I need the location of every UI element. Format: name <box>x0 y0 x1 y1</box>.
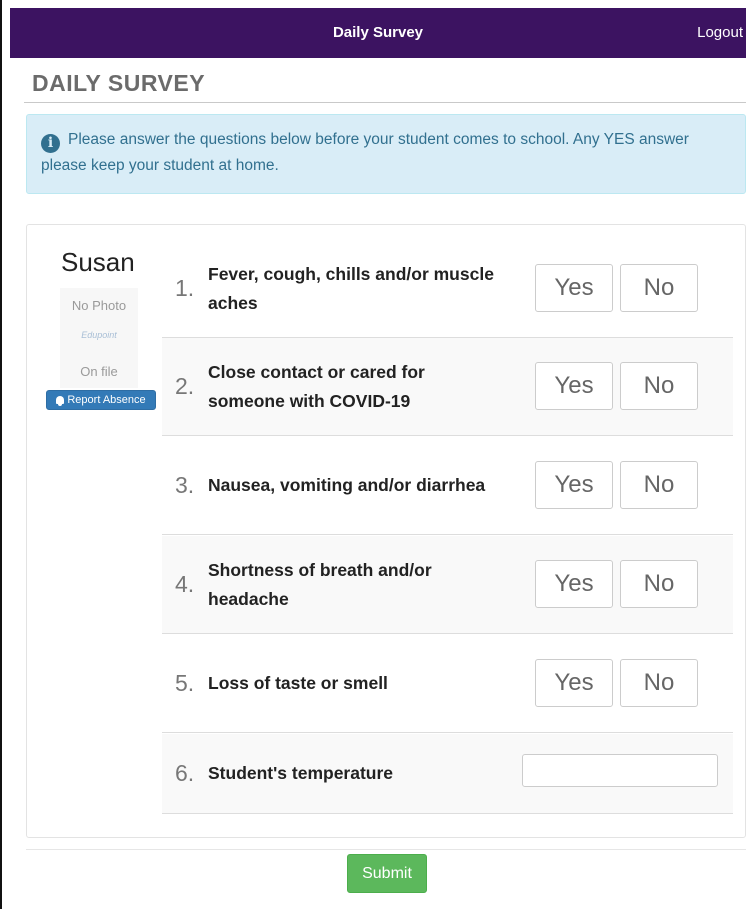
on-file-text: On file <box>80 364 118 379</box>
no-photo-text: No Photo <box>71 298 127 313</box>
top-navbar: Daily Survey Logout <box>10 8 746 58</box>
page-title: DAILY SURVEY <box>32 70 206 96</box>
question-row-1: 1. Fever, cough, chills and/or muscle ac… <box>162 240 733 338</box>
question-text: Student's temperature <box>208 763 394 783</box>
question-number: 6. <box>175 760 195 786</box>
question-text: Fever, cough, chills and/or muscle aches <box>208 263 494 313</box>
submit-button[interactable]: Submit <box>347 854 427 893</box>
yes-button-q4[interactable]: Yes <box>535 560 613 608</box>
info-alert: i Please answer the questions below befor… <box>26 114 746 194</box>
student-photo-placeholder: No Photo Edupoint On file <box>60 288 138 388</box>
yes-button-q3[interactable]: Yes <box>535 461 613 509</box>
no-button-q2[interactable]: No <box>620 362 698 410</box>
footer-divider <box>26 849 746 850</box>
yes-button-q2[interactable]: Yes <box>535 362 613 410</box>
question-text: Nausea, vomiting and/or diarrhea <box>208 475 486 495</box>
report-absence-button[interactable]: Report Absence <box>46 390 156 410</box>
question-number: 4. <box>175 571 195 597</box>
no-button-q3[interactable]: No <box>620 461 698 509</box>
title-divider <box>24 102 746 103</box>
info-icon: i <box>41 134 60 153</box>
question-row-2: 2. Close contact or cared for someone wi… <box>162 338 733 436</box>
question-text: Shortness of breath and/or headache <box>208 559 432 609</box>
alert-message: Please answer the questions below before… <box>41 131 689 174</box>
temperature-input[interactable] <box>522 754 718 787</box>
question-row-3: 3. Nausea, vomiting and/or diarrhea Yes … <box>162 437 733 535</box>
question-row-4: 4. Shortness of breath and/or headache Y… <box>162 536 733 634</box>
question-row-6: 6. Student's temperature <box>162 734 733 814</box>
edupoint-logo: Edupoint <box>81 330 117 340</box>
question-number: 1. <box>175 275 195 301</box>
student-name: Susan <box>61 247 135 277</box>
no-button-q1[interactable]: No <box>620 264 698 312</box>
question-text: Loss of taste or smell <box>208 673 388 693</box>
question-number: 2. <box>175 373 195 399</box>
report-absence-label: Report Absence <box>67 394 146 406</box>
no-button-q5[interactable]: No <box>620 659 698 707</box>
question-number: 3. <box>175 472 195 498</box>
yes-button-q1[interactable]: Yes <box>535 264 613 312</box>
question-number: 5. <box>175 670 195 696</box>
no-button-q4[interactable]: No <box>620 560 698 608</box>
question-row-5: 5. Loss of taste or smell Yes No <box>162 635 733 733</box>
navbar-title: Daily Survey <box>332 24 424 41</box>
yes-button-q5[interactable]: Yes <box>535 659 613 707</box>
logout-link[interactable]: Logout <box>697 8 743 58</box>
question-text: Close contact or cared for someone with … <box>208 361 425 411</box>
bell-icon <box>56 396 65 406</box>
